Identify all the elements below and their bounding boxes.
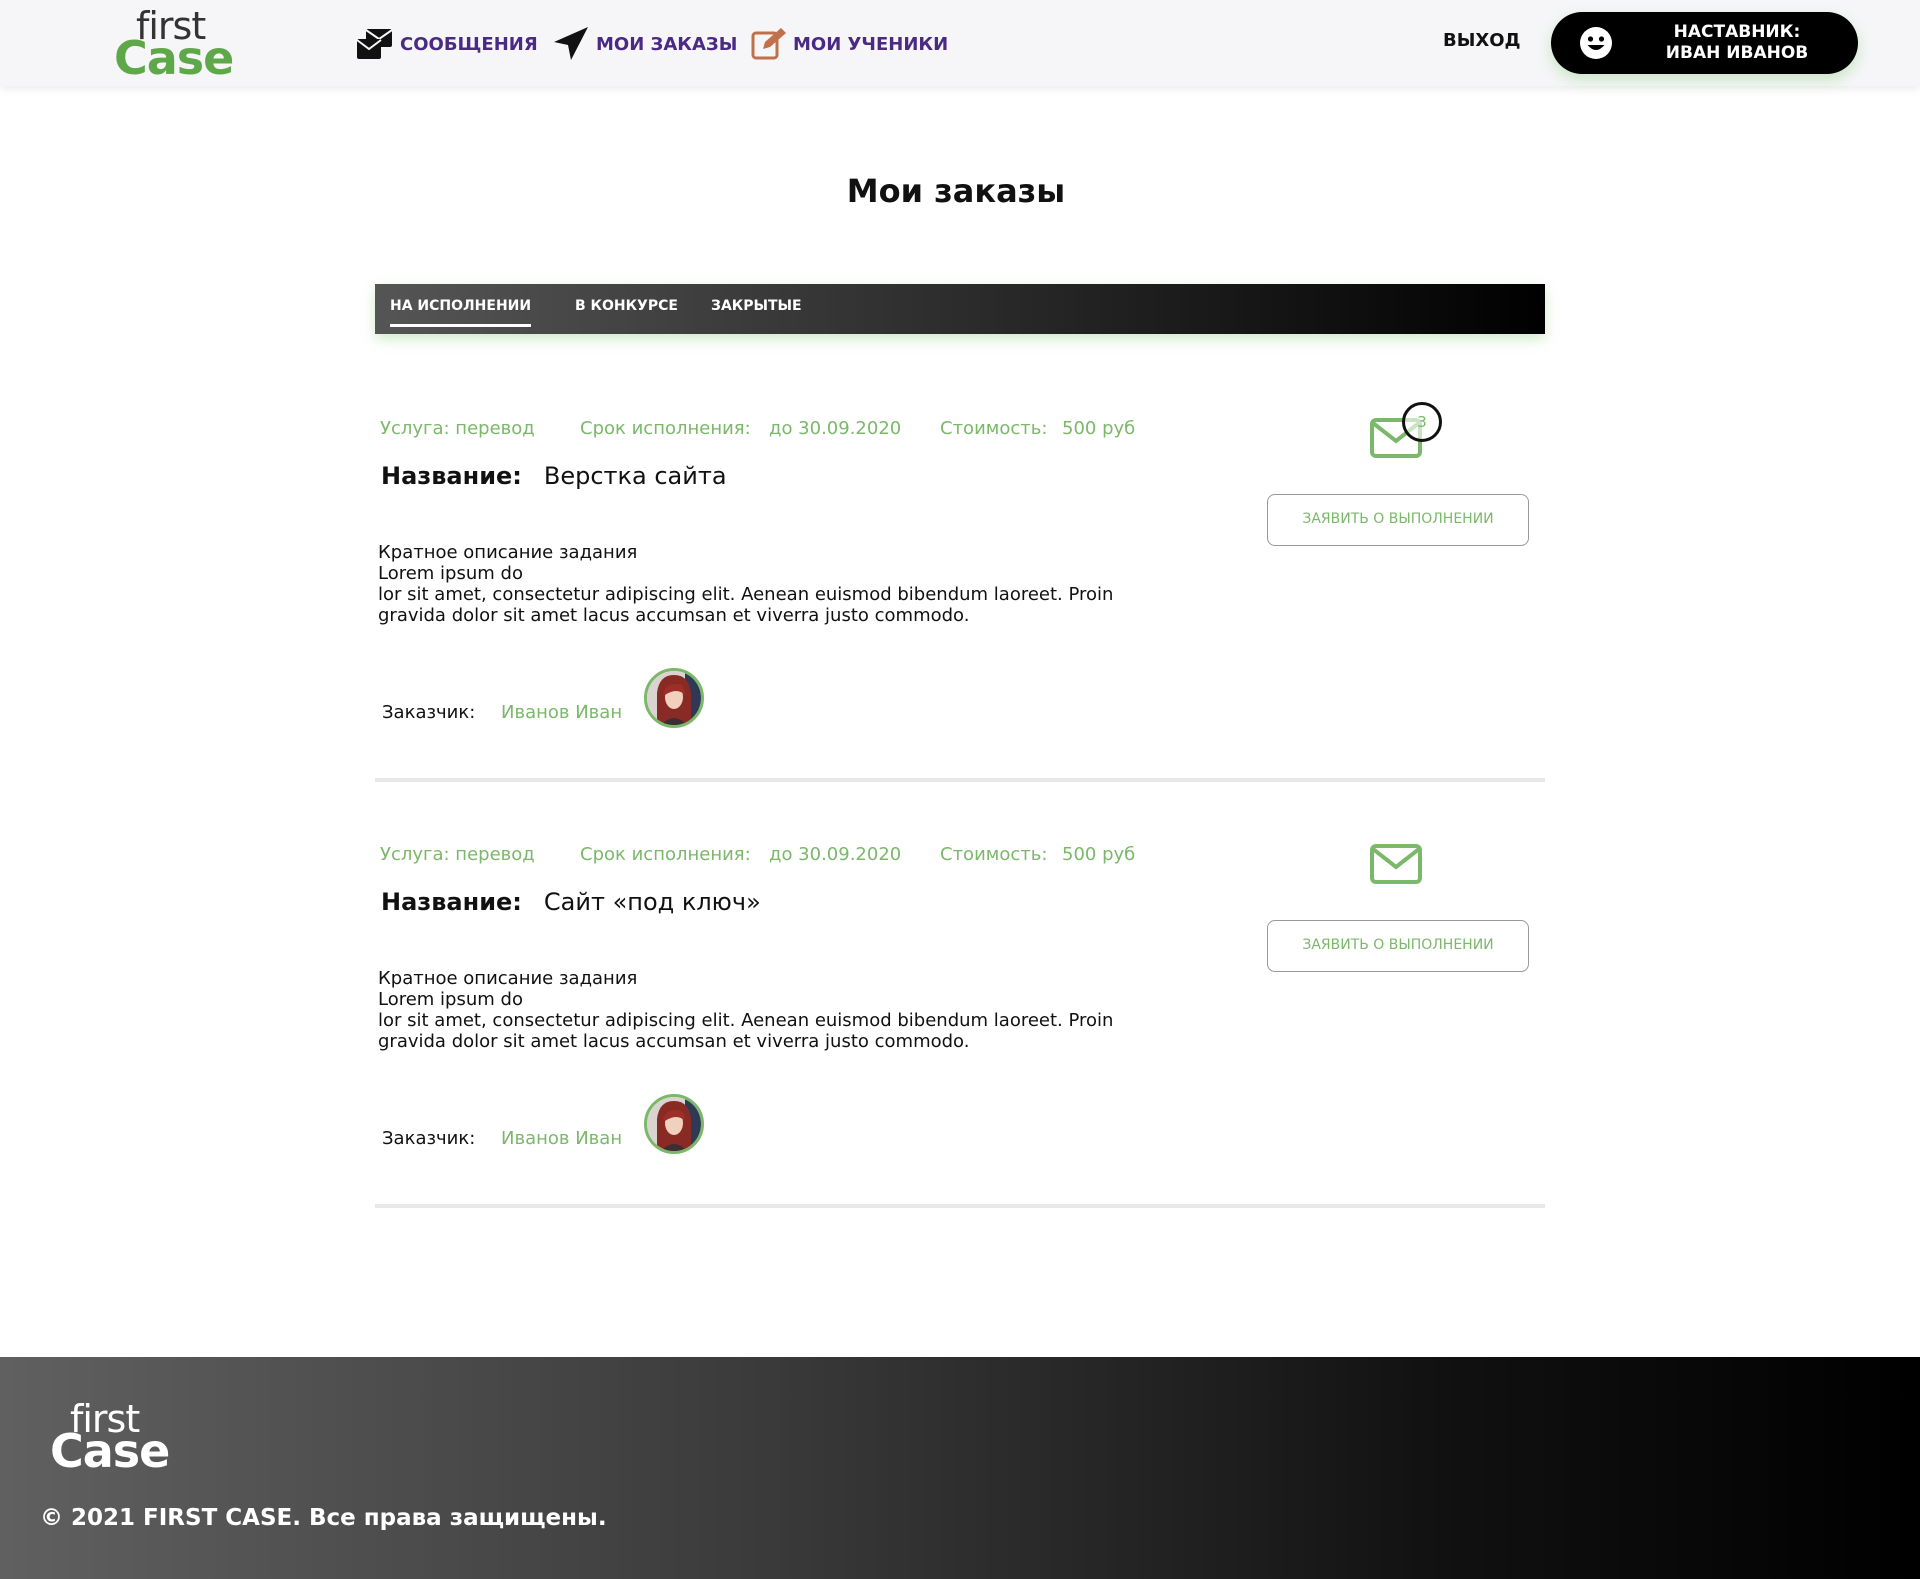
user-profile-button[interactable]: НАСТАВНИК: ИВАН ИВАНОВ [1551, 12, 1858, 74]
edit-icon [751, 28, 786, 60]
desc-line: Кратное описание задания [378, 542, 638, 563]
order-divider [375, 778, 1545, 782]
report-completion-button[interactable]: ЗАЯВИТЬ О ВЫПОЛНЕНИИ [1267, 920, 1529, 972]
nav-my-orders-label: МОИ ЗАКАЗЫ [596, 33, 738, 55]
customer-label: Заказчик: [382, 702, 476, 723]
cost-value: 500 руб [1062, 418, 1136, 439]
order-divider [375, 1204, 1545, 1208]
avatar-image [647, 1097, 701, 1151]
customer-name[interactable]: Иванов Иван [501, 1128, 622, 1149]
desc-line: lor sit amet, consectetur adipiscing eli… [378, 1010, 1114, 1031]
service-text: Услуга: перевод [380, 844, 535, 865]
service-text: Услуга: перевод [380, 418, 535, 439]
desc-line: Кратное описание задания [378, 968, 638, 989]
mail-icon[interactable] [1370, 844, 1422, 884]
deadline-label: Срок исполнения: [580, 418, 751, 439]
deadline-label: Срок исполнения: [580, 844, 751, 865]
deadline-value: до 30.09.2020 [769, 418, 902, 439]
cost-value: 500 руб [1062, 844, 1136, 865]
title-label: Название: [381, 888, 522, 916]
desc-line: Lorem ipsum do [378, 563, 523, 584]
messages-count-badge: 3 [1402, 402, 1442, 442]
logo-case: Case [114, 31, 234, 85]
nav-my-students-label: МОИ УЧЕНИКИ [793, 33, 949, 55]
tab-closed[interactable]: ЗАКРЫТЫЕ [711, 298, 802, 314]
order-title: Название: Верстка сайта [381, 462, 727, 490]
desc-line: gravida dolor sit amet lacus accumsan et… [378, 1031, 970, 1052]
footer-logo[interactable]: first Case [50, 1399, 170, 1479]
desc-line: gravida dolor sit amet lacus accumsan et… [378, 605, 970, 626]
avatar-image [647, 671, 701, 725]
footer-logo-case: Case [50, 1424, 170, 1478]
cost-label: Стоимость: [940, 844, 1048, 865]
title-value: Верстка сайта [543, 462, 727, 490]
order-card: Услуга: перевод Срок исполнения: до 30.0… [375, 402, 1545, 828]
report-completion-button[interactable]: ЗАЯВИТЬ О ВЫПОЛНЕНИИ [1267, 494, 1529, 546]
nav-my-orders[interactable]: МОИ ЗАКАЗЫ [552, 26, 737, 62]
order-tabs: НА ИСПОЛНЕНИИ В КОНКУРСЕ ЗАКРЫТЫЕ [375, 284, 1545, 334]
order-title: Название: Сайт «под ключ» [381, 888, 761, 916]
order-description: Кратное описание задания Lorem ipsum do … [378, 968, 1158, 1052]
order-card: Услуга: перевод Срок исполнения: до 30.0… [375, 844, 1545, 1254]
nav-messages-label: СООБЩЕНИЯ [400, 33, 538, 55]
user-fullname: ИВАН ИВАНОВ [1665, 43, 1809, 63]
messages-icon [356, 29, 393, 59]
user-role: НАСТАВНИК: [1673, 22, 1801, 42]
title-value: Сайт «под ключ» [543, 888, 761, 916]
tab-in-progress[interactable]: НА ИСПОЛНЕНИИ [390, 298, 532, 327]
copyright: © 2021 FIRST CASE. Все права защищены. [40, 1505, 607, 1531]
smile-icon [1580, 27, 1612, 59]
page-title: Мои заказы [846, 172, 1066, 210]
nav-my-students[interactable]: МОИ УЧЕНИКИ [751, 26, 948, 62]
send-icon [554, 27, 588, 60]
customer-label: Заказчик: [382, 1128, 476, 1149]
order-description: Кратное описание задания Lorem ipsum do … [378, 542, 1158, 626]
customer-avatar[interactable] [644, 1094, 704, 1154]
desc-line: Lorem ipsum do [378, 989, 523, 1010]
deadline-value: до 30.09.2020 [769, 844, 902, 865]
user-name: НАСТАВНИК: ИВАН ИВАНОВ [1637, 22, 1837, 64]
customer-avatar[interactable] [644, 668, 704, 728]
nav-messages[interactable]: СООБЩЕНИЯ [356, 26, 538, 62]
logo[interactable]: first Case [114, 6, 234, 82]
cost-label: Стоимость: [940, 418, 1048, 439]
desc-line: lor sit amet, consectetur adipiscing eli… [378, 584, 1114, 605]
logout-link[interactable]: ВЫХОД [1443, 30, 1521, 51]
title-label: Название: [381, 462, 522, 490]
customer-name[interactable]: Иванов Иван [501, 702, 622, 723]
top-header: first Case СООБЩЕНИЯ МОИ ЗАКАЗЫ МОИ УЧЕН… [0, 0, 1920, 86]
footer: first Case © 2021 FIRST CASE. Все права … [0, 1357, 1920, 1579]
tab-in-contest[interactable]: В КОНКУРСЕ [575, 298, 678, 314]
